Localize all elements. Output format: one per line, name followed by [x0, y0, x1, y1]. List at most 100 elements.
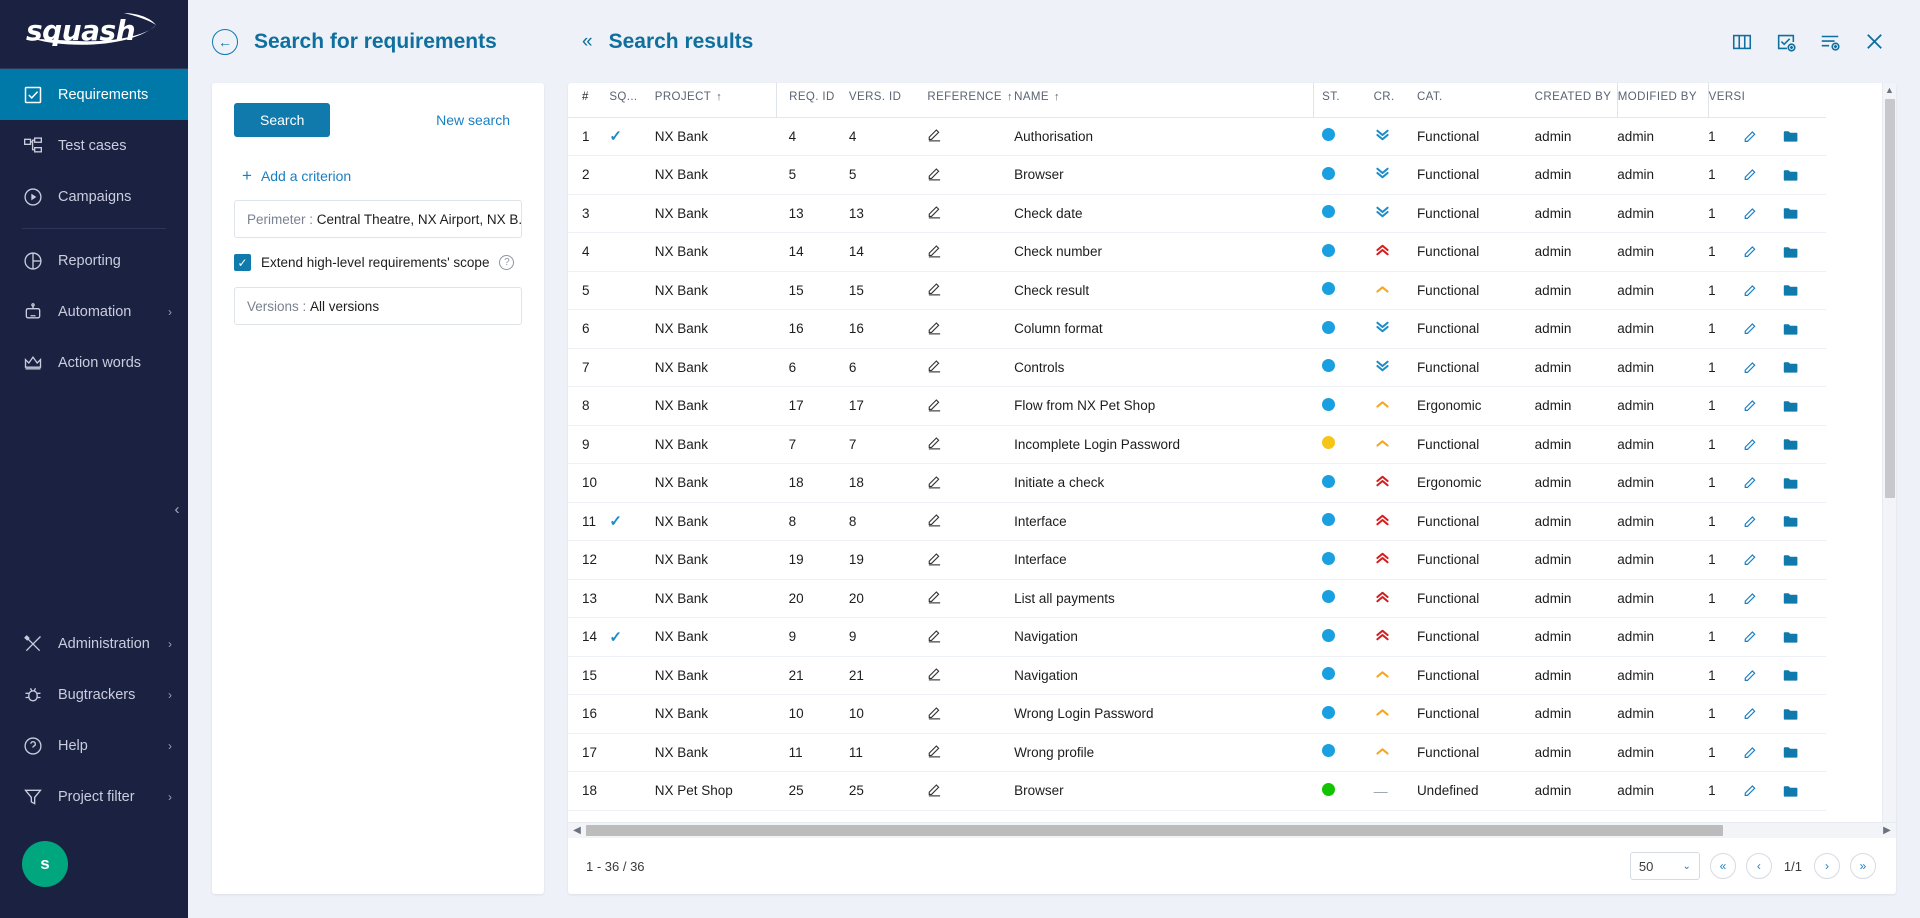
cell-folder-action[interactable] [1782, 309, 1826, 349]
edit-reference-icon[interactable] [927, 243, 942, 258]
page-size-select[interactable]: 50 ⌄ [1629, 852, 1700, 880]
row-edit-icon[interactable] [1743, 552, 1782, 567]
table-row[interactable]: 2 NX Bank 5 5 Browser Functional admin admin 1 [568, 155, 1826, 195]
cell-edit-action[interactable] [1743, 348, 1783, 387]
col-header-num[interactable]: # [568, 83, 609, 117]
arrow-left-circle-icon[interactable]: ← [212, 28, 238, 55]
cell-edit-action[interactable] [1743, 733, 1783, 772]
col-header-vers-id[interactable]: VERS. ID [849, 83, 927, 117]
filter-add-icon[interactable] [1819, 31, 1841, 53]
row-folder-icon[interactable] [1783, 129, 1826, 143]
row-folder-icon[interactable] [1783, 399, 1826, 413]
cell-folder-action[interactable] [1782, 502, 1826, 541]
cell-reference[interactable] [927, 502, 1015, 541]
cell-reference[interactable] [927, 579, 1015, 618]
row-edit-icon[interactable] [1743, 129, 1782, 144]
row-folder-icon[interactable] [1783, 591, 1826, 605]
col-header-versions[interactable]: VERSI [1707, 83, 1745, 117]
table-row[interactable]: 5 NX Bank 15 15 Check result Functional admin a… [568, 271, 1826, 310]
criterion-perimeter[interactable]: Perimeter : Central Theatre, NX Airport,… [234, 200, 522, 238]
sidebar-item-reporting[interactable]: Reporting [0, 235, 188, 286]
row-folder-icon[interactable] [1783, 784, 1826, 798]
extend-scope-checkbox[interactable]: ✓ [234, 254, 251, 271]
table-row[interactable]: 6 NX Bank 16 16 Column format Functional admin… [568, 309, 1826, 349]
cell-reference[interactable] [927, 425, 1015, 464]
cell-name[interactable]: Wrong profile [1014, 733, 1314, 772]
cell-name[interactable]: Check result [1014, 271, 1314, 310]
horizontal-scroll-track[interactable] [586, 825, 1878, 836]
col-header-modified-by[interactable]: MODIFIED BY [1616, 83, 1709, 117]
cell-folder-action[interactable] [1782, 117, 1826, 156]
table-row[interactable]: 11 ✓ NX Bank 8 8 Interface Functional admin admi… [568, 502, 1826, 541]
horizontal-scrollbar[interactable]: ◀ ▶ [568, 822, 1896, 838]
cell-reference[interactable] [927, 155, 1015, 195]
edit-reference-icon[interactable] [927, 782, 942, 797]
col-header-created-by[interactable]: CREATED BY [1535, 83, 1618, 117]
cell-edit-action[interactable] [1743, 617, 1783, 657]
cell-edit-action[interactable] [1743, 771, 1783, 811]
horizontal-scroll-thumb[interactable] [586, 825, 1723, 836]
table-row[interactable]: 18 NX Pet Shop 25 25 Browser — Undefined admin a… [568, 771, 1826, 811]
row-edit-icon[interactable] [1743, 629, 1782, 644]
table-row[interactable]: 14 ✓ NX Bank 9 9 Navigation Functional admin adm… [568, 617, 1826, 657]
cell-name[interactable]: Interface [1014, 502, 1314, 541]
row-folder-icon[interactable] [1783, 514, 1826, 528]
cell-reference[interactable] [927, 117, 1015, 156]
cell-folder-action[interactable] [1782, 617, 1826, 657]
sidebar-item-test-cases[interactable]: Test cases [0, 120, 188, 171]
cell-name[interactable]: Flow from NX Pet Shop [1014, 386, 1314, 426]
row-folder-icon[interactable] [1783, 283, 1826, 297]
sidebar-item-help[interactable]: Help › [0, 720, 188, 771]
row-edit-icon[interactable] [1743, 321, 1782, 336]
prev-page-button[interactable]: ‹ [1745, 853, 1772, 879]
add-criterion-button[interactable]: + Add a criterion [242, 167, 522, 184]
row-folder-icon[interactable] [1783, 630, 1826, 644]
cell-edit-action[interactable] [1743, 117, 1783, 156]
cell-folder-action[interactable] [1782, 540, 1826, 580]
cell-name[interactable]: Interface [1014, 540, 1314, 580]
cell-edit-action[interactable] [1743, 694, 1783, 734]
row-edit-icon[interactable] [1743, 706, 1782, 721]
edit-reference-icon[interactable] [927, 474, 942, 489]
cell-folder-action[interactable] [1782, 463, 1826, 503]
row-edit-icon[interactable] [1743, 475, 1782, 490]
cell-name[interactable]: Wrong Login Password [1014, 694, 1314, 734]
cell-reference[interactable] [927, 733, 1015, 772]
col-header-sq[interactable]: SQ... [609, 83, 654, 117]
table-row[interactable]: 1 ✓ NX Bank 4 4 Authorisation Functional admin a… [568, 117, 1826, 156]
row-edit-icon[interactable] [1743, 167, 1782, 182]
col-header-name[interactable]: NAME ↑ [1014, 83, 1314, 117]
cell-folder-action[interactable] [1782, 386, 1826, 426]
row-folder-icon[interactable] [1783, 437, 1826, 451]
sidebar-collapse-button[interactable]: ‹ [166, 495, 188, 523]
edit-reference-icon[interactable] [927, 204, 942, 219]
cell-name[interactable]: Controls [1014, 348, 1314, 387]
cell-name[interactable]: Check number [1014, 232, 1314, 272]
row-edit-icon[interactable] [1743, 283, 1782, 298]
edit-reference-icon[interactable] [927, 705, 942, 720]
edit-reference-icon[interactable] [927, 397, 942, 412]
cell-edit-action[interactable] [1743, 502, 1783, 541]
cell-edit-action[interactable] [1743, 232, 1783, 272]
cell-reference[interactable] [927, 386, 1015, 426]
vertical-scroll-thumb[interactable] [1885, 99, 1895, 499]
cell-edit-action[interactable] [1743, 425, 1783, 464]
row-folder-icon[interactable] [1783, 245, 1826, 259]
row-folder-icon[interactable] [1783, 322, 1826, 336]
add-testcase-icon[interactable] [1775, 31, 1797, 53]
table-row[interactable]: 15 NX Bank 21 21 Navigation Functional admin ad… [568, 656, 1826, 695]
row-folder-icon[interactable] [1783, 476, 1826, 490]
vertical-scrollbar[interactable]: ▲ [1882, 83, 1896, 822]
sidebar-item-administration[interactable]: Administration › [0, 618, 188, 669]
cell-folder-action[interactable] [1782, 694, 1826, 734]
cell-edit-action[interactable] [1743, 309, 1783, 349]
cell-name[interactable]: Navigation [1014, 656, 1314, 695]
cell-name[interactable]: Incomplete Login Password [1014, 425, 1314, 464]
row-edit-icon[interactable] [1743, 206, 1782, 221]
row-edit-icon[interactable] [1743, 244, 1782, 259]
row-edit-icon[interactable] [1743, 514, 1782, 529]
row-folder-icon[interactable] [1783, 707, 1826, 721]
table-row[interactable]: 8 NX Bank 17 17 Flow from NX Pet Shop Ergonom… [568, 386, 1826, 426]
cell-reference[interactable] [927, 232, 1015, 272]
row-edit-icon[interactable] [1743, 437, 1782, 452]
